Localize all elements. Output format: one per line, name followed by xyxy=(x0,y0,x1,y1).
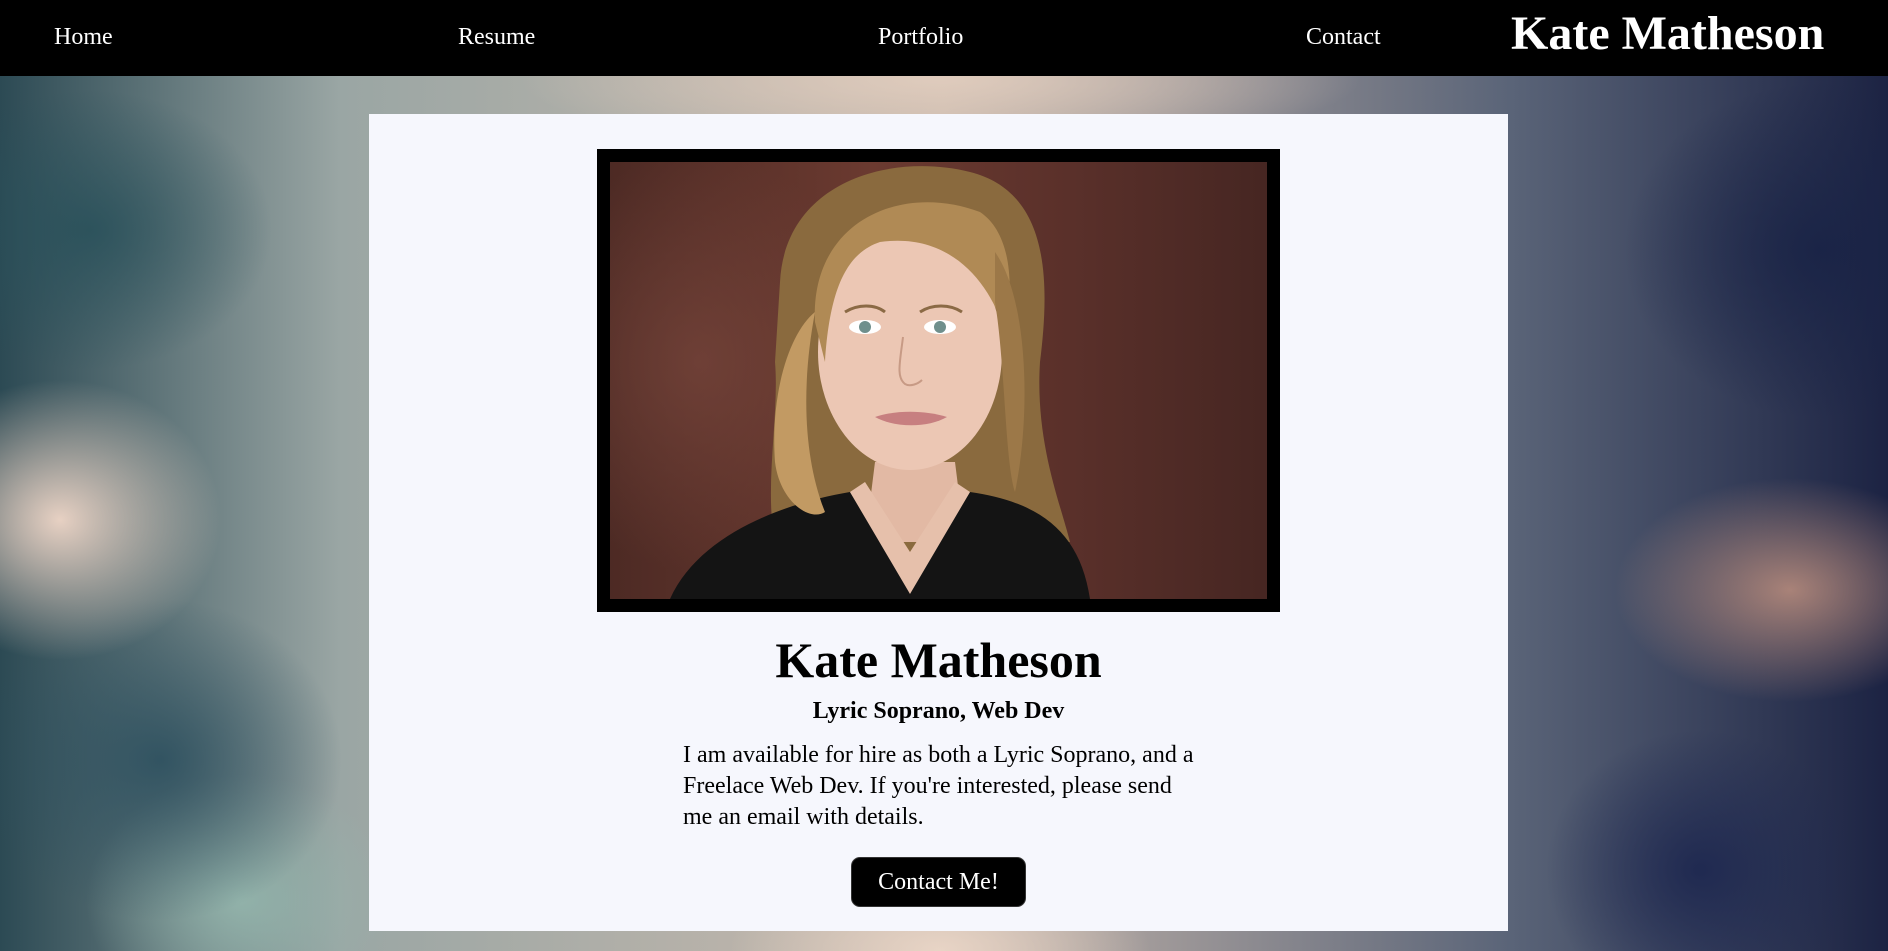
site-brand[interactable]: Kate Matheson xyxy=(1511,6,1824,61)
profile-subtitle: Lyric Soprano, Web Dev xyxy=(812,698,1065,724)
nav-home-link[interactable]: Home xyxy=(54,24,113,51)
nav-portfolio-link[interactable]: Portfolio xyxy=(878,24,963,51)
nav-resume-link[interactable]: Resume xyxy=(458,24,535,51)
top-nav: Home Resume Portfolio Contact Kate Mathe… xyxy=(0,0,1888,76)
contact-me-button[interactable]: Contact Me! xyxy=(851,857,1026,907)
nav-contact-link[interactable]: Contact xyxy=(1306,24,1381,51)
profile-photo-frame xyxy=(597,149,1280,612)
profile-bio: I am available for hire as both a Lyric … xyxy=(683,742,1194,830)
profile-card: Kate Matheson Lyric Soprano, Web Dev I a… xyxy=(369,114,1508,931)
profile-name: Kate Matheson xyxy=(775,632,1102,688)
portrait-illustration xyxy=(670,166,1090,599)
profile-photo xyxy=(610,162,1267,599)
